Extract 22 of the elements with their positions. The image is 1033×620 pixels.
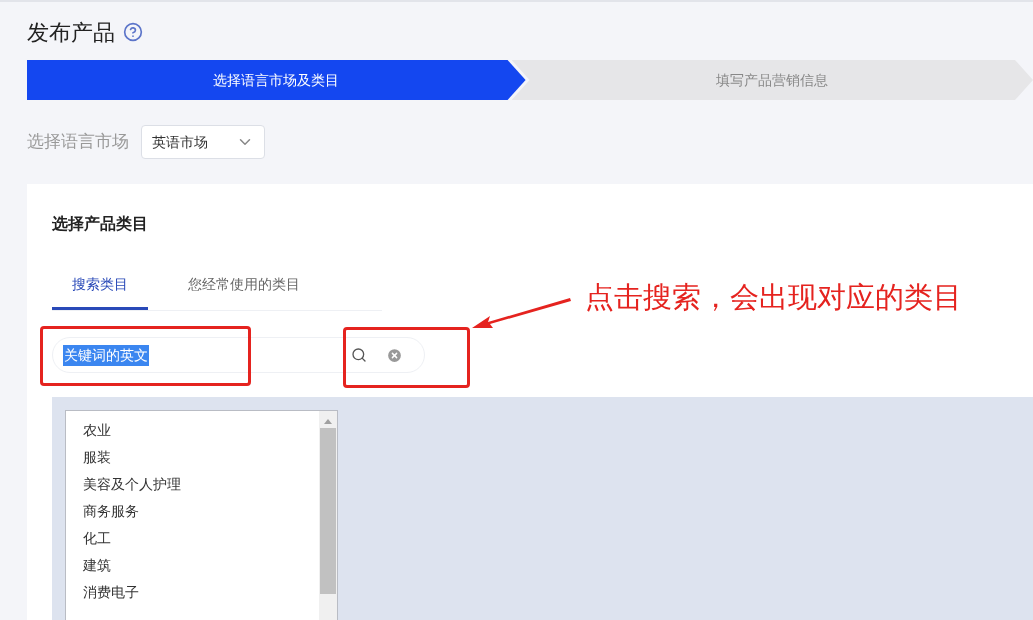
scroll-up-icon[interactable] xyxy=(324,419,332,424)
category-item[interactable]: 美容及个人护理 xyxy=(83,474,181,494)
scrollbar[interactable] xyxy=(319,411,337,620)
category-item[interactable]: 商务服务 xyxy=(83,501,139,521)
category-item[interactable]: 服装 xyxy=(83,447,111,467)
market-dropdown[interactable]: 英语市场 xyxy=(141,125,265,159)
page-title: 发布产品 xyxy=(27,18,115,47)
search-icon[interactable] xyxy=(351,347,367,363)
clear-icon[interactable] xyxy=(386,346,403,364)
category-item[interactable]: 化工 xyxy=(83,528,111,548)
help-icon[interactable] xyxy=(123,22,143,42)
category-item[interactable]: 建筑 xyxy=(83,555,111,575)
selected-text: 关键词的英文 xyxy=(63,344,149,366)
category-item[interactable]: 消费电子 xyxy=(83,582,139,602)
annotation-text: 点击搜索，会出现对应的类目 xyxy=(585,279,963,316)
market-label: 选择语言市场 xyxy=(27,130,129,154)
card-title: 选择产品类目 xyxy=(52,213,148,235)
category-item[interactable]: 农业 xyxy=(83,420,111,440)
category-tab[interactable]: 搜索类目 xyxy=(52,274,148,310)
category-tab[interactable]: 您经常使用的类目 xyxy=(168,274,320,310)
step-tab[interactable]: 选择语言市场及类目 xyxy=(27,60,526,100)
scroll-thumb[interactable] xyxy=(320,428,336,594)
